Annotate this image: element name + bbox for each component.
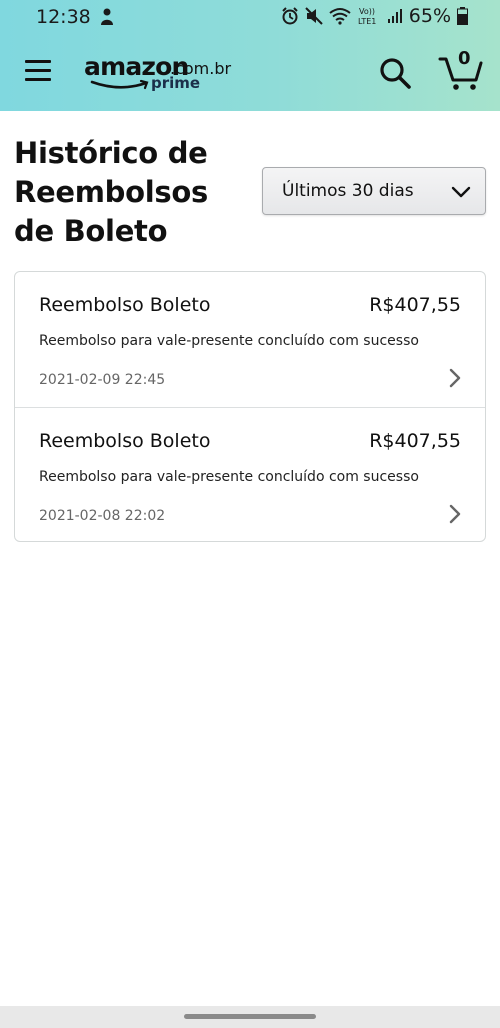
chevron-down-icon <box>451 186 471 198</box>
battery-percent: 65% <box>408 5 451 27</box>
lte-icon: Vo)) LTE1 <box>358 7 376 26</box>
refund-description: Reembolso para vale-presente concluído c… <box>39 333 419 349</box>
system-navigation-bar <box>0 1006 500 1028</box>
home-gesture-handle[interactable] <box>184 1014 316 1019</box>
svg-text:Vo)): Vo)) <box>359 7 375 16</box>
refund-amount: R$407,55 <box>369 294 461 316</box>
app-notification-icon <box>101 8 113 25</box>
menu-icon[interactable] <box>25 60 53 84</box>
logo-smile-icon <box>90 79 149 90</box>
period-filter-dropdown[interactable]: Últimos 30 dias <box>262 167 486 215</box>
chevron-right-icon <box>449 504 461 524</box>
cart-count: 0 <box>458 48 471 69</box>
app-header: amazon .com.br prime 0 <box>0 34 500 111</box>
cart-button[interactable]: 0 <box>438 48 484 92</box>
amazon-prime-logo[interactable]: amazon .com.br prime <box>84 52 244 96</box>
status-right: Vo)) LTE1 65% <box>281 5 468 27</box>
page-title-area: Histórico de Reembolsos de Boleto <box>14 134 254 251</box>
refund-item[interactable]: Reembolso Boleto R$407,55 Reembolso para… <box>15 272 485 407</box>
status-time: 12:38 <box>36 6 91 28</box>
svg-text:LTE1: LTE1 <box>358 17 376 26</box>
page-title: Histórico de Reembolsos de Boleto <box>14 136 208 248</box>
refund-name: Reembolso Boleto <box>39 430 211 452</box>
refund-amount: R$407,55 <box>369 430 461 452</box>
logo-prime: prime <box>151 74 201 92</box>
period-filter-label: Últimos 30 dias <box>282 181 414 201</box>
mute-icon <box>305 7 323 25</box>
refund-item[interactable]: Reembolso Boleto R$407,55 Reembolso para… <box>15 407 485 541</box>
alarm-icon <box>282 7 298 25</box>
status-bar: 12:38 Vo)) LTE1 65% <box>0 0 500 34</box>
refund-description: Reembolso para vale-presente concluído c… <box>39 469 419 485</box>
battery-icon <box>457 7 468 25</box>
search-icon[interactable] <box>378 56 412 90</box>
signal-icon <box>387 9 402 23</box>
refund-date: 2021-02-09 22:45 <box>39 372 166 388</box>
refund-name: Reembolso Boleto <box>39 294 211 316</box>
top-bar: 12:38 Vo)) LTE1 65% amazon .com.br prime… <box>0 0 500 111</box>
chevron-right-icon <box>449 368 461 388</box>
refund-list: Reembolso Boleto R$407,55 Reembolso para… <box>14 271 486 542</box>
wifi-icon <box>329 8 351 25</box>
refund-date: 2021-02-08 22:02 <box>39 508 166 524</box>
